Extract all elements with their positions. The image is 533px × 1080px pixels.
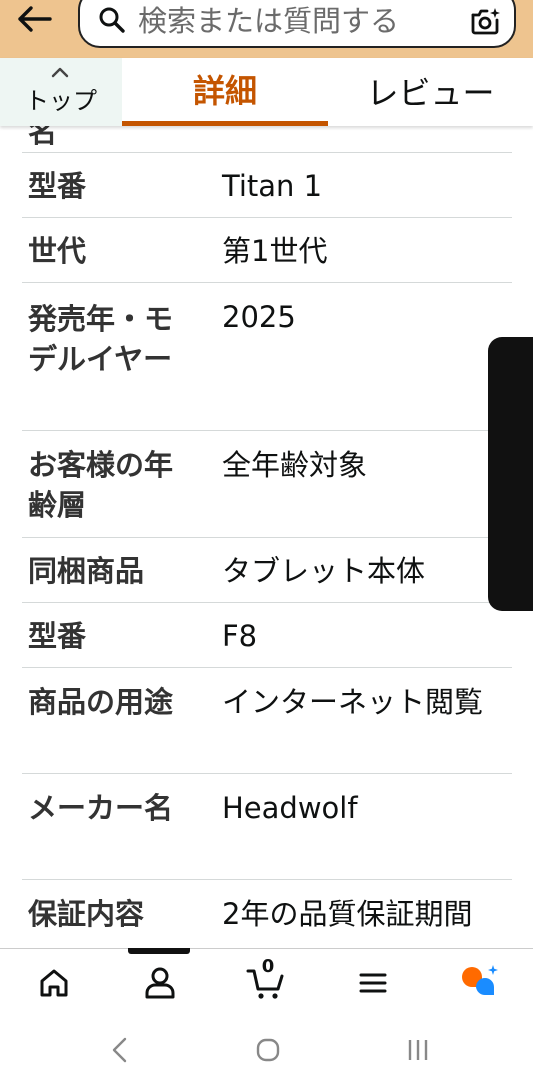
back-arrow-icon[interactable] xyxy=(14,2,54,36)
details-row-value: 2年の品質保証期間 xyxy=(222,897,473,931)
tab-top[interactable]: トップ xyxy=(0,58,122,126)
details-row-value: 第1世代 xyxy=(222,234,328,268)
home-icon[interactable] xyxy=(34,963,74,1003)
details-row: 型番 Titan 1 xyxy=(22,152,512,218)
active-tab-indicator xyxy=(122,121,328,126)
menu-icon[interactable] xyxy=(353,963,393,1003)
cart-button[interactable]: 0 xyxy=(246,957,286,1003)
details-row-key: 保証内容 xyxy=(28,897,145,931)
details-table: 名 型番 Titan 1 世代 第1世代 発売年・モデルイヤー 2025 お客様… xyxy=(0,0,533,948)
details-row-key: 型番 xyxy=(28,619,87,653)
details-row: メーカー名 Headwolf xyxy=(22,773,512,880)
search-placeholder: 検索または質問する xyxy=(138,4,400,38)
bottom-nav: 0 xyxy=(0,948,533,1017)
tab-reviews-label: レビュー xyxy=(366,74,495,112)
details-row: 型番 F8 xyxy=(22,602,512,668)
details-row-key: お客様の年齢層 xyxy=(28,448,174,522)
search-header: 検索または質問する xyxy=(0,0,533,58)
details-row: 発売年・モデルイヤー 2025 xyxy=(22,282,512,431)
details-row-value: 全年齢対象 xyxy=(222,448,368,482)
scroll-indicator xyxy=(128,948,190,954)
details-row-key: 発売年・モデルイヤー xyxy=(28,302,174,376)
details-row: 同梱商品 タブレット本体 xyxy=(22,537,512,603)
details-row-value: Headwolf xyxy=(222,791,358,825)
camera-search-icon[interactable] xyxy=(470,6,500,36)
system-back-icon[interactable] xyxy=(104,1034,136,1066)
details-row: 保証内容 2年の品質保証期間 xyxy=(22,879,512,948)
details-row-key: 商品の用途 xyxy=(28,685,174,719)
tab-top-label: トップ xyxy=(25,87,97,115)
assistant-icon[interactable] xyxy=(460,963,500,1003)
details-row: お客様の年齢層 全年齢対象 xyxy=(22,430,512,538)
details-row-key: 型番 xyxy=(28,169,87,203)
tab-details[interactable]: 詳細 xyxy=(122,58,328,126)
details-row-key: メーカー名 xyxy=(28,791,174,825)
search-icon xyxy=(99,7,125,33)
details-row-key: 同梱商品 xyxy=(28,554,145,588)
tab-details-label: 詳細 xyxy=(192,72,257,110)
detail-tabs: トップ 詳細 レビュー xyxy=(0,58,533,126)
chevron-up-icon xyxy=(51,67,69,78)
details-row-value: タブレット本体 xyxy=(222,554,426,588)
system-recents-icon[interactable] xyxy=(402,1034,434,1066)
details-row-value: インターネット閲覧 xyxy=(222,685,484,719)
details-row-value: F8 xyxy=(222,619,258,653)
details-row-value: 2025 xyxy=(222,300,296,334)
cart-count: 0 xyxy=(261,956,275,977)
details-row: 商品の用途 インターネット閲覧 xyxy=(22,667,512,774)
tab-reviews[interactable]: レビュー xyxy=(328,58,533,126)
search-input[interactable]: 検索または質問する xyxy=(78,0,516,48)
details-row-value: Titan 1 xyxy=(222,169,323,203)
system-home-icon[interactable] xyxy=(252,1034,284,1066)
edge-panel-handle[interactable] xyxy=(488,337,533,611)
details-row-key: 世代 xyxy=(28,234,87,268)
details-row: 世代 第1世代 xyxy=(22,217,512,283)
account-icon[interactable] xyxy=(140,963,180,1003)
system-nav-bar xyxy=(0,1016,533,1080)
